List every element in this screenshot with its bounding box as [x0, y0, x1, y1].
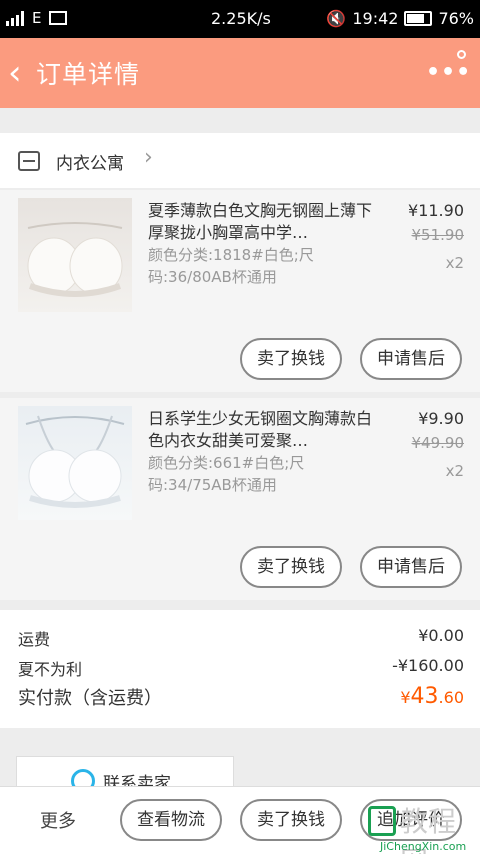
shipping-label: 运费 [18, 630, 51, 649]
battery-icon [404, 11, 433, 26]
resell-button[interactable]: 卖了换钱 [240, 338, 342, 380]
discount-row: 夏不为利 -¥160.00 [18, 656, 464, 680]
clock: 19:42 [352, 9, 399, 28]
page-title: 订单详情 [36, 60, 141, 89]
image-notification-icon [49, 11, 68, 25]
app-header: ‹ 订单详情 ••• [0, 38, 480, 108]
discount-label: 夏不为利 [18, 660, 83, 679]
watermark-logo-icon [368, 806, 396, 836]
product-spec: 颜色分类:661#白色;尺码:34/75AB杯通用 [148, 454, 305, 494]
product-title[interactable]: 日系学生少女无钢圈文胸薄款白色内衣女甜美可爱聚… [148, 408, 373, 452]
more-button[interactable]: 更多 [40, 807, 76, 833]
sim-icon: E [32, 9, 42, 27]
paid-row: 实付款（含运费） ¥43.60 [18, 684, 464, 710]
product-quantity: x2 [445, 254, 464, 272]
original-price: ¥49.90 [411, 434, 465, 452]
resell-button[interactable]: 卖了换钱 [240, 799, 342, 841]
discount-value: -¥160.00 [392, 656, 464, 675]
resell-button[interactable]: 卖了换钱 [240, 546, 342, 588]
status-bar: E 2.25K/s 🔇 19:42 76% [0, 0, 480, 38]
paid-amount: ¥43.60 [400, 684, 464, 709]
product-image[interactable] [18, 406, 132, 520]
store-icon [18, 151, 40, 171]
notification-dot-icon [457, 50, 466, 59]
battery-percent: 76% [438, 9, 474, 28]
order-item: 夏季薄款白色文胸无钢圈上薄下厚聚拢小胸罩高中学… 颜色分类:1818#白色;尺码… [0, 190, 480, 392]
product-price: ¥9.90 [418, 409, 464, 428]
network-speed: 2.25K/s [211, 9, 271, 28]
product-title[interactable]: 夏季薄款白色文胸无钢圈上薄下厚聚拢小胸罩高中学… [148, 200, 373, 244]
more-menu-icon[interactable]: ••• [426, 60, 471, 85]
view-logistics-button[interactable]: 查看物流 [120, 799, 222, 841]
paid-label: 实付款（含运费） [18, 688, 162, 709]
mute-icon: 🔇 [326, 9, 347, 28]
product-quantity: x2 [445, 462, 464, 480]
product-price: ¥11.90 [408, 201, 464, 220]
paid-integer: 43 [410, 684, 439, 709]
after-sales-button[interactable]: 申请售后 [360, 546, 462, 588]
watermark: 教程网 JiChengXin.com [364, 798, 480, 854]
order-summary: 运费 ¥0.00 夏不为利 -¥160.00 实付款（含运费） ¥43.60 [0, 610, 480, 728]
watermark-url: JiChengXin.com [380, 840, 467, 853]
order-item: 日系学生少女无钢圈文胸薄款白色内衣女甜美可爱聚… 颜色分类:661#白色;尺码:… [0, 398, 480, 600]
after-sales-button[interactable]: 申请售后 [360, 338, 462, 380]
chevron-right-icon: › [144, 145, 153, 170]
product-image[interactable] [18, 198, 132, 312]
shipping-value: ¥0.00 [418, 626, 464, 645]
shop-row[interactable]: 内衣公寓 › [0, 133, 480, 188]
currency-symbol: ¥ [400, 688, 411, 707]
original-price: ¥51.90 [411, 226, 465, 244]
shop-name: 内衣公寓 [56, 154, 124, 174]
product-spec: 颜色分类:1818#白色;尺码:36/80AB杯通用 [148, 246, 314, 286]
shipping-row: 运费 ¥0.00 [18, 626, 464, 650]
signal-icon [6, 10, 24, 26]
paid-decimal: .60 [438, 688, 464, 707]
